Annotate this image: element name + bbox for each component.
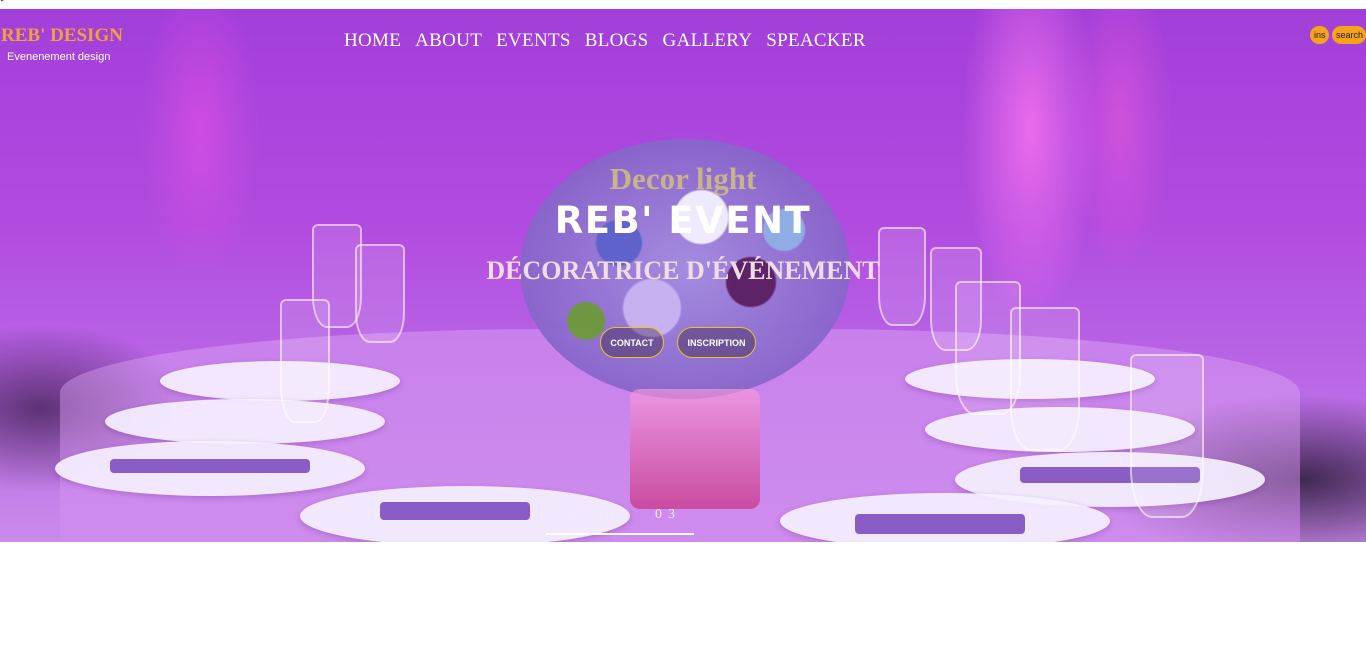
brand-logo-text[interactable]: REB' DESIGN (1, 25, 123, 47)
slider-indicators: 01 02 03 (546, 507, 694, 537)
hero-headline: REB' EVENT (554, 199, 812, 242)
slide-indicator-2[interactable]: 02 (606, 507, 632, 523)
slide-indicator-3[interactable]: 03 (655, 507, 681, 523)
hero-tagline: DÉCORATRICE D'ÉVÉNEMENT (486, 256, 880, 285)
contact-button[interactable]: CONTACT (600, 327, 664, 358)
wine-glass (1130, 354, 1204, 518)
centerpiece-vase (630, 389, 760, 509)
hero-kicker: Decor light (609, 161, 757, 196)
slider-progress-bar (546, 533, 694, 535)
brand-subtitle: Evenenement design (7, 51, 111, 63)
hero-banner: REB' DESIGN Evenenement design HOME ABOU… (0, 9, 1366, 542)
inscription-button[interactable]: INSCRIPTION (677, 327, 756, 358)
plate (105, 399, 385, 444)
napkin (855, 514, 1025, 534)
napkin (380, 502, 530, 520)
nav-item-about[interactable]: ABOUT (415, 30, 482, 52)
slide-indicator-1[interactable]: 01 (556, 507, 582, 523)
napkin (110, 459, 310, 473)
wine-glass (280, 299, 330, 423)
nav-item-blogs[interactable]: BLOGS (585, 30, 649, 52)
nav-item-events[interactable]: EVENTS (496, 30, 571, 52)
nav-item-speacker[interactable]: SPEACKER (766, 30, 866, 52)
stray-asterisk: * (0, 0, 5, 8)
main-nav: HOME ABOUT EVENTS BLOGS GALLERY SPEACKER (344, 30, 866, 52)
wine-glass (1010, 307, 1080, 451)
nav-item-home[interactable]: HOME (344, 30, 401, 52)
search-button[interactable]: search (1332, 26, 1366, 44)
ins-button[interactable]: ins (1310, 26, 1329, 44)
nav-item-gallery[interactable]: GALLERY (663, 30, 753, 52)
